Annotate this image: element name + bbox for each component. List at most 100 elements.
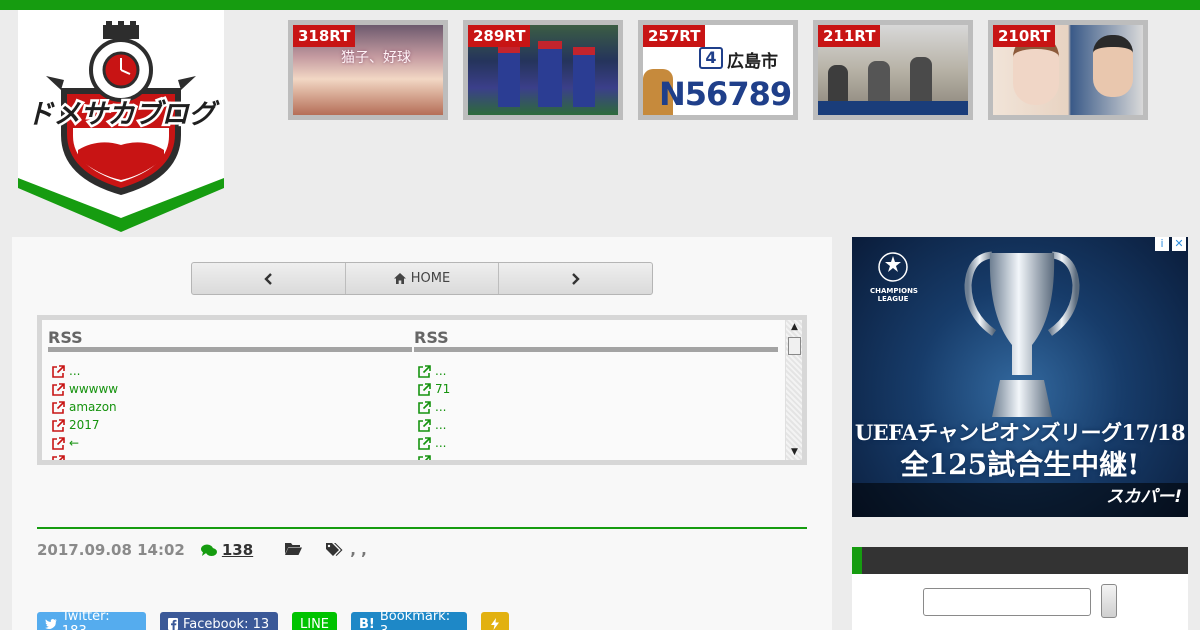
trophy-icon xyxy=(964,251,1080,417)
twitter-bird-icon xyxy=(45,619,57,629)
rss-item-title: wwwww xyxy=(69,382,119,396)
rss-list-item[interactable]: ... xyxy=(48,452,412,460)
chevron-left-icon xyxy=(264,272,272,285)
thumb-image: 289RT xyxy=(468,25,618,115)
comments-icon xyxy=(200,544,217,556)
ranking-thumb-3[interactable]: 4 広島市 N56789 257RT xyxy=(638,20,798,120)
tags-text: , , xyxy=(350,541,367,559)
external-link-icon xyxy=(52,454,65,460)
ranking-thumb-1[interactable]: 猫子、好球 318RT xyxy=(288,20,448,120)
rss-item-title: ... xyxy=(435,400,447,414)
thumb-caption: 猫子、好球 xyxy=(341,50,411,66)
rss-column-left: RSS ... wwwww amazon 2017 ←... xyxy=(48,320,412,460)
starball-icon xyxy=(878,252,908,282)
line-share-label: LINE xyxy=(300,616,330,630)
scrollbar-thumb[interactable] xyxy=(788,337,801,355)
rss-item-title: amazon xyxy=(69,400,117,414)
rss-list-item[interactable]: ... xyxy=(414,398,778,416)
share-hatena-bookmark-button[interactable]: B! Bookmark: 3 xyxy=(351,609,467,630)
share-facebook-button[interactable]: Facebook: 13 xyxy=(160,612,278,630)
home-button[interactable]: HOME xyxy=(346,263,500,294)
prev-post-button[interactable] xyxy=(192,263,346,294)
logo-text: ドメサカブログ xyxy=(27,99,221,130)
ad-brand-logo: スカパー! xyxy=(1106,487,1182,507)
rss-list-item[interactable]: ... xyxy=(414,416,778,434)
ranking-thumb-4[interactable]: 211RT xyxy=(813,20,973,120)
external-link-icon xyxy=(418,400,431,414)
rss-column-title: RSS xyxy=(48,328,83,347)
share-twitter-button[interactable]: Twitter: 183 xyxy=(37,609,146,630)
rss-list-item[interactable]: wwwww xyxy=(48,380,412,398)
share-line-button[interactable]: LINE xyxy=(292,612,337,630)
rss-item-title: ... xyxy=(435,454,446,460)
chevron-right-icon xyxy=(572,272,580,285)
rss-feed-scroll-area[interactable]: RSS ... wwwww amazon 2017 ←... RSS ... 71....… xyxy=(42,320,802,460)
search-input[interactable] xyxy=(923,588,1091,616)
search-button[interactable] xyxy=(1101,584,1117,618)
comment-count-link[interactable]: 138 xyxy=(200,541,253,559)
lightning-bolt-icon xyxy=(491,618,499,630)
plate-city: 広島市 xyxy=(727,52,778,72)
rss-list-item[interactable]: 71 xyxy=(414,380,778,398)
thumb-image: 210RT xyxy=(993,25,1143,115)
ranking-thumb-2[interactable]: 289RT xyxy=(463,20,623,120)
rss-item-title: ... xyxy=(69,454,80,460)
bookmark-share-label: Bookmark: 3 xyxy=(379,609,451,630)
rss-item-title: 71 xyxy=(435,382,451,396)
hatena-bookmark-icon: B! xyxy=(359,616,375,630)
facebook-share-label: Facebook: 13 xyxy=(183,616,270,630)
external-link-icon xyxy=(418,418,431,432)
ad-close-icon[interactable]: ✕ xyxy=(1172,237,1186,251)
external-link-icon xyxy=(418,364,431,378)
main-content: HOME RSS ... wwwww amazon 2017 ←... RSS ... 7… xyxy=(12,237,832,630)
rss-list-item[interactable]: ... xyxy=(414,452,778,460)
scroll-up-arrow-icon[interactable]: ▲ xyxy=(789,322,800,333)
rss-scrollbar[interactable]: ▲ ▼ xyxy=(785,320,802,460)
external-link-icon xyxy=(52,364,65,378)
thumb-image: 4 広島市 N56789 257RT xyxy=(643,25,793,115)
rss-list-item[interactable]: amazon xyxy=(48,398,412,416)
sidebar-ad-banner[interactable]: i ✕ CHAMPIONS LEAGUE UEFAチャンピオンズリーグ17/18… xyxy=(852,237,1188,517)
search-widget-header xyxy=(852,547,1188,574)
rss-item-title: 2017 xyxy=(69,418,100,432)
rt-count-badge: 257RT xyxy=(643,25,706,47)
plate-number: 4 xyxy=(699,47,723,69)
external-link-icon xyxy=(52,418,65,432)
thumb-image: 猫子、好球 318RT xyxy=(293,25,443,115)
rss-item-title: ... xyxy=(435,418,447,432)
ad-info-icon[interactable]: i xyxy=(1155,237,1169,251)
site-logo[interactable]: ドメサカブログ domesoccer blog xyxy=(18,10,224,232)
post-tags: , , xyxy=(326,541,367,559)
external-link-icon xyxy=(52,382,65,396)
ad-controls: i ✕ xyxy=(1155,237,1186,251)
champions-league-logo: CHAMPIONS LEAGUE xyxy=(870,249,918,303)
facebook-icon xyxy=(168,618,178,630)
rss-item-title: ... xyxy=(435,364,447,378)
external-link-icon xyxy=(418,454,431,460)
rss-list-item[interactable]: ... xyxy=(48,362,412,380)
search-widget xyxy=(852,574,1188,630)
home-icon xyxy=(393,273,406,284)
rss-list-item[interactable]: ... xyxy=(414,434,778,452)
rss-list-item[interactable]: ← xyxy=(48,434,412,452)
external-link-icon xyxy=(418,382,431,396)
ranking-thumb-5[interactable]: 210RT xyxy=(988,20,1148,120)
post-divider xyxy=(37,527,807,529)
rss-list-item[interactable]: 2017 xyxy=(48,416,412,434)
scroll-down-arrow-icon[interactable]: ▼ xyxy=(789,447,800,458)
rss-column-right: RSS ... 71............ xyxy=(414,320,778,460)
rss-list-item[interactable]: ... xyxy=(414,362,778,380)
rss-column-title: RSS xyxy=(414,328,449,347)
share-pocket-button[interactable] xyxy=(481,612,509,630)
external-link-icon xyxy=(52,436,65,450)
post-meta: 2017.09.08 14:02 138 , , xyxy=(37,540,367,560)
rt-count-badge: 211RT xyxy=(818,25,881,47)
next-post-button[interactable] xyxy=(499,263,652,294)
rss-item-title: ... xyxy=(69,364,81,378)
external-link-icon xyxy=(418,436,431,450)
rss-feed-box: RSS ... wwwww amazon 2017 ←... RSS ... 71....… xyxy=(37,315,807,465)
twitter-share-label: Twitter: 183 xyxy=(61,609,110,630)
post-date: 2017.09.08 14:02 xyxy=(37,541,185,559)
rss-item-title: ... xyxy=(435,436,447,450)
category-folder-icon[interactable] xyxy=(285,541,303,559)
